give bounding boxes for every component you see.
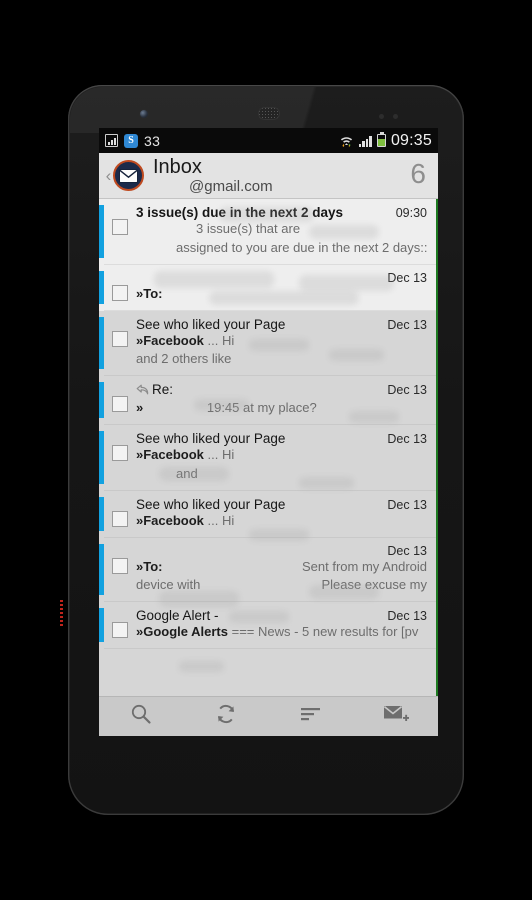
select-checkbox[interactable] — [104, 497, 136, 531]
message-date: Dec 13 — [387, 543, 427, 558]
front-camera-icon — [140, 110, 148, 118]
signal-bars-icon — [105, 134, 118, 147]
message-date: Dec 13 — [387, 383, 427, 398]
bottom-toolbar — [99, 696, 438, 736]
message-snippet-line-2: and 2 others like — [136, 351, 232, 367]
search-icon — [130, 703, 152, 730]
message-date: 09:30 — [395, 206, 427, 220]
reply-arrow-icon — [136, 384, 149, 399]
message-list[interactable]: 3 issue(s) due in the next 2 days 09:30 3 … — [99, 199, 438, 696]
search-button[interactable] — [99, 697, 184, 736]
refresh-button[interactable] — [184, 697, 269, 736]
select-checkbox[interactable] — [104, 431, 136, 484]
message-row[interactable]: Dec 13 »To: — [99, 264, 438, 311]
light-sensor-icon — [393, 114, 398, 119]
message-body: 3 issue(s) due in the next 2 days 09:30 3 … — [136, 205, 429, 258]
message-date: Dec 13 — [387, 432, 427, 447]
proximity-sensor-icon — [379, 114, 384, 119]
phone-device: S 33 09:35 ‹ Inbox @gmail.com 6 3 issue(… — [60, 85, 464, 815]
select-checkbox[interactable] — [104, 608, 136, 642]
select-checkbox[interactable] — [104, 544, 136, 596]
message-snippet-line-1: » 19:45 at my place? — [136, 400, 317, 416]
sort-icon — [300, 705, 322, 728]
checkbox-icon — [112, 219, 128, 235]
select-checkbox[interactable] — [104, 317, 136, 370]
redaction-blur — [179, 661, 224, 672]
message-snippet-line-1: »Facebook ... Hi — [136, 512, 235, 528]
earpiece-speaker-icon — [258, 107, 280, 120]
message-snippet-line-1: 3 issue(s) that are — [196, 221, 301, 236]
message-body: Google Alert - Dec 13 »Google Alerts === N… — [136, 608, 429, 642]
checkbox-icon — [112, 445, 128, 462]
message-row[interactable]: Google Alert - Dec 13 »Google Alerts === N… — [99, 602, 438, 650]
skype-icon: S — [124, 133, 138, 148]
checkbox-icon — [112, 396, 128, 413]
message-subject: See who liked your Page — [136, 496, 286, 512]
message-subject: Google Alert - — [136, 608, 219, 624]
message-subject: 3 issue(s) due in the next 2 days — [136, 205, 344, 220]
message-snippet-line-1: »To: Sent from my Android — [136, 558, 427, 574]
wifi-transfer-icon — [339, 134, 354, 148]
select-checkbox[interactable] — [104, 382, 136, 418]
message-body: Re: Dec 13 » 19:45 at my place? — [136, 382, 429, 418]
message-body: Dec 13 »To: Sent from my Android device wi… — [136, 544, 429, 596]
message-snippet-line-1: »Facebook ... Hi — [136, 447, 235, 463]
message-sender: »Facebook — [136, 332, 204, 348]
message-body: See who liked your Page Dec 13 »Facebook .… — [136, 497, 429, 531]
account-email: @gmail.com — [189, 178, 273, 195]
message-row[interactable]: See who liked your Page Dec 13 »Facebook .… — [99, 490, 438, 538]
message-sender: »Google Alerts — [136, 624, 228, 640]
status-bar: S 33 09:35 — [99, 128, 438, 153]
message-snippet-line-1: »To: — [136, 285, 427, 304]
message-body: See who liked your Page Dec 13 »Facebook .… — [136, 431, 429, 484]
message-row[interactable]: See who liked your Page Dec 13 »Facebook .… — [99, 425, 438, 491]
cell-signal-icon — [358, 135, 372, 147]
message-snippet-line-2: assigned to you are due in the next 2 da… — [176, 239, 427, 255]
status-notification-count: 33 — [144, 132, 161, 149]
checkbox-icon — [112, 330, 128, 347]
message-body: See who liked your Page Dec 13 »Facebook .… — [136, 317, 429, 370]
phone-screen: S 33 09:35 ‹ Inbox @gmail.com 6 3 issue(… — [99, 128, 438, 736]
message-sender: »Facebook — [136, 512, 204, 528]
notification-led-marker — [60, 600, 63, 628]
select-checkbox[interactable] — [104, 271, 136, 304]
envelope-circle-icon[interactable] — [113, 160, 144, 191]
message-snippet-line-1: »Facebook ... Hi — [136, 332, 235, 348]
message-sender: »To: — [136, 285, 163, 301]
message-snippet-line-1: »Google Alerts === News - 5 new results … — [136, 624, 419, 640]
unread-count-badge: 6 — [410, 158, 426, 189]
message-date: Dec 13 — [387, 317, 427, 332]
refresh-icon — [215, 703, 237, 730]
checkbox-icon — [112, 622, 128, 639]
message-subject: See who liked your Page — [136, 431, 286, 447]
message-body: Dec 13 »To: — [136, 271, 429, 304]
compose-button[interactable] — [353, 697, 438, 736]
message-sender: » — [136, 400, 144, 416]
message-row[interactable]: Re: Dec 13 » 19:45 at my place? — [99, 376, 438, 426]
checkbox-icon — [112, 510, 128, 527]
message-row[interactable]: Dec 13 »To: Sent from my Android device wi… — [99, 537, 438, 603]
message-sender: »Facebook — [136, 447, 204, 463]
message-subject: See who liked your Page — [136, 316, 286, 332]
row-divider — [104, 648, 438, 650]
message-row[interactable]: See who liked your Page Dec 13 »Facebook .… — [99, 310, 438, 377]
message-snippet-line-2: and — [176, 465, 198, 481]
message-date: Dec 13 — [387, 609, 427, 624]
message-subject: Re: — [136, 382, 173, 399]
message-date: Dec 13 — [387, 497, 427, 512]
status-clock: 09:35 — [390, 131, 432, 149]
sort-button[interactable] — [269, 697, 354, 736]
scroll-indicator[interactable] — [436, 199, 438, 696]
message-sender: »To: — [136, 558, 163, 574]
message-snippet-line-2: device with Please excuse my — [136, 577, 427, 593]
compose-icon — [383, 703, 409, 730]
checkbox-icon — [112, 284, 128, 301]
message-row[interactable]: 3 issue(s) due in the next 2 days 09:30 3 … — [99, 199, 438, 265]
checkbox-icon — [112, 557, 128, 574]
app-bar: ‹ Inbox @gmail.com 6 — [99, 153, 438, 199]
select-checkbox[interactable] — [104, 205, 136, 258]
folder-title: Inbox — [153, 156, 202, 178]
message-date: Dec 13 — [387, 270, 427, 285]
battery-icon — [376, 132, 386, 147]
